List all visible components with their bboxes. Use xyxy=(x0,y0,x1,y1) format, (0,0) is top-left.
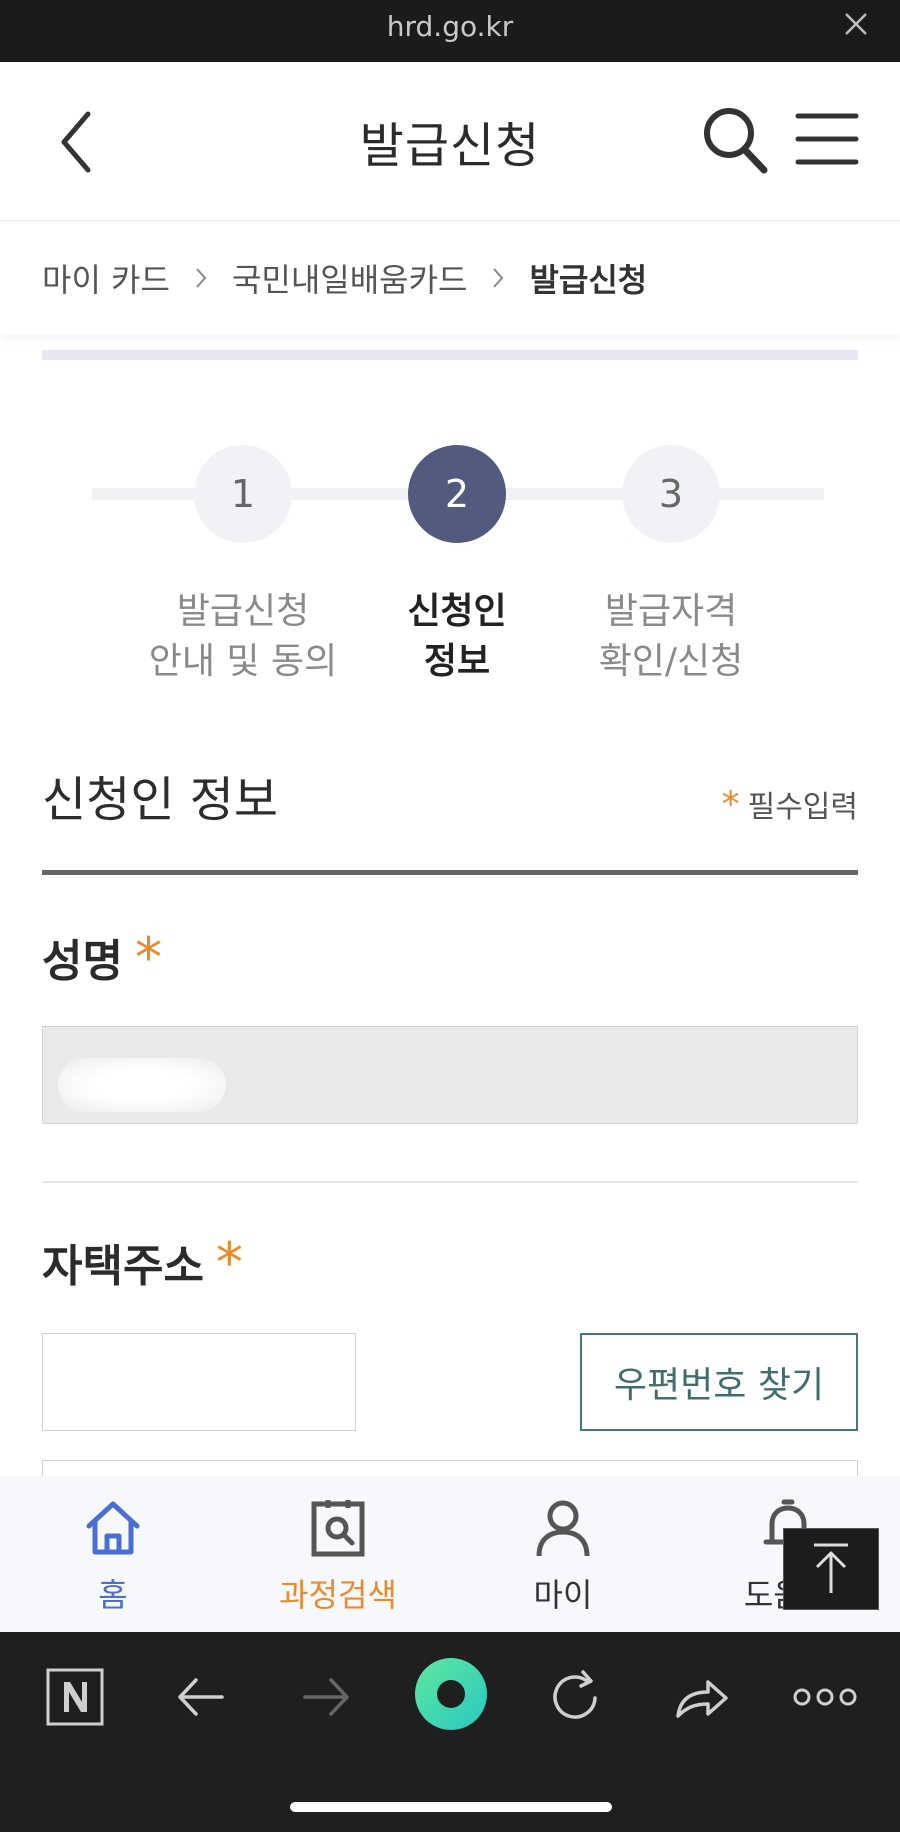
breadcrumb-item-national-card[interactable]: 국민내일배움카드 xyxy=(232,255,468,301)
user-icon xyxy=(536,1500,590,1557)
naver-n-icon[interactable] xyxy=(40,1662,110,1732)
nav-item-my[interactable]: 마이 xyxy=(463,1496,663,1616)
address-field-label: 자택주소 * xyxy=(42,1230,243,1294)
required-note-text: 필수입력 xyxy=(747,790,858,825)
progress-strip xyxy=(42,350,858,360)
close-icon[interactable] xyxy=(842,10,870,38)
required-note: * 필수입력 xyxy=(722,782,858,826)
redacted-zip-blur xyxy=(74,1362,154,1402)
step-1-label-line2: 안내 및 동의 xyxy=(148,641,338,682)
green-dot-icon[interactable] xyxy=(413,1656,489,1732)
hamburger-menu-icon[interactable] xyxy=(794,106,860,172)
search-icon[interactable] xyxy=(700,102,770,178)
step-2-label-line1: 신청인 xyxy=(407,591,507,632)
browser-url-bar: hrd.go.kr xyxy=(0,0,900,62)
section-divider xyxy=(42,870,858,875)
step-1-label-line1: 발급신청 xyxy=(176,591,310,632)
step-3-label: 발급자격 확인/신청 xyxy=(561,587,781,687)
arrow-up-icon xyxy=(814,1543,848,1593)
scroll-to-top-button[interactable] xyxy=(783,1528,879,1610)
breadcrumb-item-my-card[interactable]: 마이 카드 xyxy=(42,255,170,301)
required-star: * xyxy=(134,926,162,989)
nav-item-home[interactable]: 홈 xyxy=(13,1496,213,1616)
bottom-nav: 홈 과정검색 마이 도움말 xyxy=(0,1476,900,1632)
breadcrumb-current: 발급신청 xyxy=(529,261,648,299)
step-1-circle: 1 xyxy=(194,445,292,543)
chevron-right-icon xyxy=(493,268,504,288)
more-options-icon[interactable] xyxy=(790,1662,860,1732)
page-header: 발급신청 xyxy=(0,62,900,221)
step-2-circle: 2 xyxy=(408,445,506,543)
breadcrumb: 마이 카드 국민내일배움카드 발급신청 xyxy=(0,221,900,334)
step-3-circle: 3 xyxy=(622,445,720,543)
reload-icon[interactable] xyxy=(541,1662,611,1732)
required-star: * xyxy=(215,1231,243,1294)
step-3-label-line1: 발급자격 xyxy=(604,591,738,632)
step-3-label-line2: 확인/신청 xyxy=(598,641,744,682)
nav-item-course-search[interactable]: 과정검색 xyxy=(238,1496,438,1616)
chevron-right-icon xyxy=(196,268,207,288)
nav-label-home: 홈 xyxy=(98,1576,128,1614)
home-icon xyxy=(86,1501,140,1555)
share-arrow-icon[interactable] xyxy=(666,1662,736,1732)
course-search-icon xyxy=(311,1500,365,1557)
name-label-text: 성명 xyxy=(42,936,123,987)
nav-label-my: 마이 xyxy=(533,1576,593,1614)
redacted-name-blur xyxy=(58,1058,226,1112)
step-2-label-line2: 정보 xyxy=(423,641,491,682)
name-field-label: 성명 * xyxy=(42,925,162,989)
home-indicator xyxy=(290,1802,612,1812)
step-1-label: 발급신청 안내 및 동의 xyxy=(133,587,353,687)
nav-label-course-search: 과정검색 xyxy=(279,1576,397,1614)
find-zip-code-button[interactable]: 우편번호 찾기 xyxy=(580,1333,858,1431)
step-2-label: 신청인 정보 xyxy=(347,587,567,687)
required-star: * xyxy=(721,783,740,825)
forward-arrow-icon[interactable] xyxy=(291,1662,361,1732)
back-arrow-icon[interactable] xyxy=(166,1662,236,1732)
field-divider xyxy=(42,1181,858,1183)
section-title: 신청인 정보 xyxy=(42,772,279,828)
address-label-text: 자택주소 xyxy=(42,1241,204,1292)
url-text[interactable]: hrd.go.kr xyxy=(0,10,900,43)
